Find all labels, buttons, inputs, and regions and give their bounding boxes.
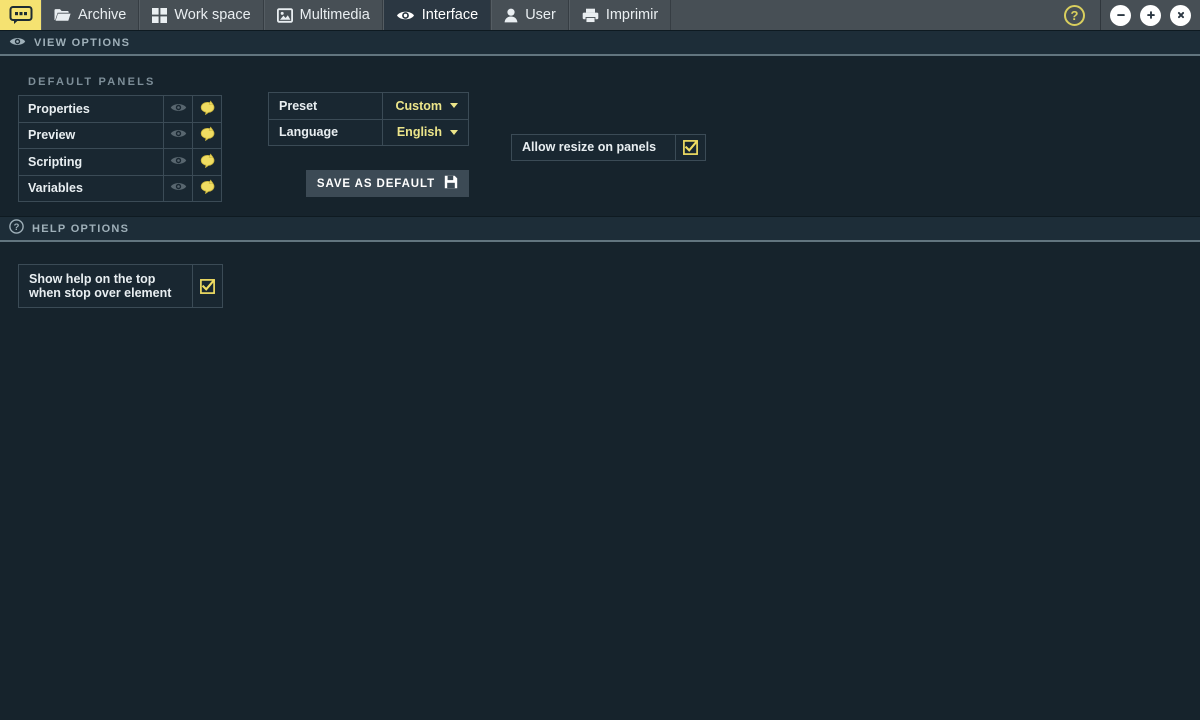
preset-dropdown[interactable]: Custom <box>383 93 469 120</box>
preset-settings-group: Preset Custom Language English <box>268 70 469 197</box>
default-panels-table: Properties <box>18 95 222 202</box>
pin-icon <box>199 179 216 194</box>
speech-bubble-logo-icon <box>9 6 33 24</box>
close-icon <box>1175 9 1187 21</box>
eye-icon <box>170 155 187 166</box>
help-options-content: Show help on the top when stop over elem… <box>0 242 1200 342</box>
preset-value: Custom <box>395 99 442 113</box>
language-label: Language <box>269 119 383 146</box>
tab-work-space-label: Work space <box>174 7 250 23</box>
question-circle-icon: ? <box>9 219 24 239</box>
panel-pin-toggle[interactable] <box>193 149 222 176</box>
close-button[interactable] <box>1170 5 1191 26</box>
tab-imprimir-label: Imprimir <box>606 7 658 23</box>
toolbar-divider <box>1100 0 1101 30</box>
tab-archive[interactable]: Archive <box>41 0 139 30</box>
eye-icon <box>170 181 187 192</box>
panel-pin-toggle[interactable] <box>193 175 222 202</box>
panel-label: Scripting <box>19 149 164 176</box>
pin-icon <box>199 153 216 168</box>
minus-icon <box>1115 9 1127 21</box>
save-icon <box>444 175 458 192</box>
grid-icon <box>152 8 167 23</box>
window-controls: ? <box>1064 0 1200 30</box>
preset-label: Preset <box>269 93 383 120</box>
checkbox-checked-icon <box>683 140 698 155</box>
image-icon <box>277 8 293 23</box>
preset-settings-table: Preset Custom Language English <box>268 92 469 146</box>
svg-text:?: ? <box>14 222 20 233</box>
chevron-down-icon <box>450 103 458 108</box>
tab-work-space[interactable]: Work space <box>139 0 263 30</box>
view-options-content: DEFAULT PANELS Properties <box>0 56 1200 216</box>
help-options-header: ? HELP OPTIONS <box>0 216 1200 242</box>
minimize-button[interactable] <box>1110 5 1131 26</box>
panel-visibility-toggle[interactable] <box>164 96 193 123</box>
help-button[interactable]: ? <box>1064 5 1085 26</box>
panel-label: Variables <box>19 175 164 202</box>
tab-interface-label: Interface <box>422 7 478 23</box>
view-options-label: VIEW OPTIONS <box>34 37 130 49</box>
tab-interface[interactable]: Interface <box>383 0 491 30</box>
help-options-label: HELP OPTIONS <box>32 223 129 235</box>
table-row[interactable]: Scripting <box>19 149 222 176</box>
eye-icon <box>9 34 26 52</box>
table-row[interactable]: Language English <box>269 119 469 146</box>
language-value: English <box>397 125 442 139</box>
plus-icon <box>1145 9 1157 21</box>
tab-archive-label: Archive <box>78 7 126 23</box>
panel-visibility-toggle[interactable] <box>164 175 193 202</box>
app-logo[interactable] <box>0 0 41 30</box>
show-help-checkbox[interactable] <box>193 265 222 307</box>
default-panels-group: DEFAULT PANELS Properties <box>18 70 222 202</box>
table-row[interactable]: Properties <box>19 96 222 123</box>
chevron-down-icon <box>450 130 458 135</box>
tab-user-label: User <box>525 7 556 23</box>
panel-visibility-toggle[interactable] <box>164 149 193 176</box>
allow-resize-label: Allow resize on panels <box>512 135 676 160</box>
folder-icon <box>54 8 71 22</box>
allow-resize-on-panels-row[interactable]: Allow resize on panels <box>511 134 706 161</box>
allow-resize-checkbox[interactable] <box>676 135 705 160</box>
eye-icon <box>396 9 415 22</box>
eye-icon <box>170 128 187 139</box>
tab-multimedia[interactable]: Multimedia <box>264 0 383 30</box>
tab-multimedia-label: Multimedia <box>300 7 370 23</box>
panel-visibility-toggle[interactable] <box>164 122 193 149</box>
view-options-header: VIEW OPTIONS <box>0 30 1200 56</box>
tab-imprimir[interactable]: Imprimir <box>569 0 671 30</box>
table-row[interactable]: Preview <box>19 122 222 149</box>
pin-icon <box>199 100 216 115</box>
table-row[interactable]: Preset Custom <box>269 93 469 120</box>
printer-icon <box>582 8 599 23</box>
eye-icon <box>170 102 187 113</box>
panel-label: Properties <box>19 96 164 123</box>
table-row[interactable]: Variables <box>19 175 222 202</box>
language-dropdown[interactable]: English <box>383 119 469 146</box>
panel-pin-toggle[interactable] <box>193 122 222 149</box>
user-icon <box>504 8 518 23</box>
maximize-button[interactable] <box>1140 5 1161 26</box>
panel-label: Preview <box>19 122 164 149</box>
tab-user[interactable]: User <box>491 0 569 30</box>
panel-pin-toggle[interactable] <box>193 96 222 123</box>
default-panels-title: DEFAULT PANELS <box>18 70 222 95</box>
top-navigation-bar: Archive Work space Multimedia <box>0 0 1200 30</box>
checkbox-checked-icon <box>200 279 215 294</box>
show-help-label: Show help on the top when stop over elem… <box>19 265 193 307</box>
show-help-row[interactable]: Show help on the top when stop over elem… <box>18 264 223 308</box>
save-as-default-label: SAVE AS DEFAULT <box>317 178 435 190</box>
save-as-default-button[interactable]: SAVE AS DEFAULT <box>306 170 469 197</box>
pin-icon <box>199 126 216 141</box>
